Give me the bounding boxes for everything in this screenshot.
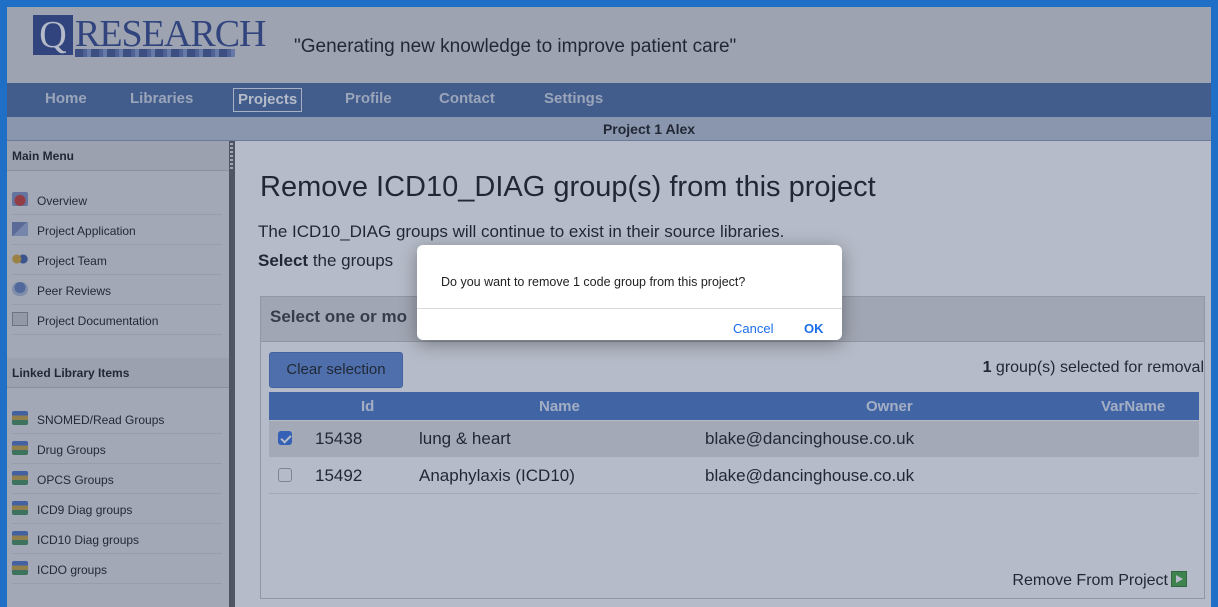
app-window: Q RESEARCH "Generating new knowledge to …	[7, 7, 1211, 607]
ok-button[interactable]: OK	[804, 321, 824, 336]
cancel-button[interactable]: Cancel	[733, 321, 773, 336]
dialog-message: Do you want to remove 1 code group from …	[441, 275, 746, 289]
dialog-divider	[417, 308, 842, 309]
confirm-dialog: Do you want to remove 1 code group from …	[417, 245, 842, 340]
